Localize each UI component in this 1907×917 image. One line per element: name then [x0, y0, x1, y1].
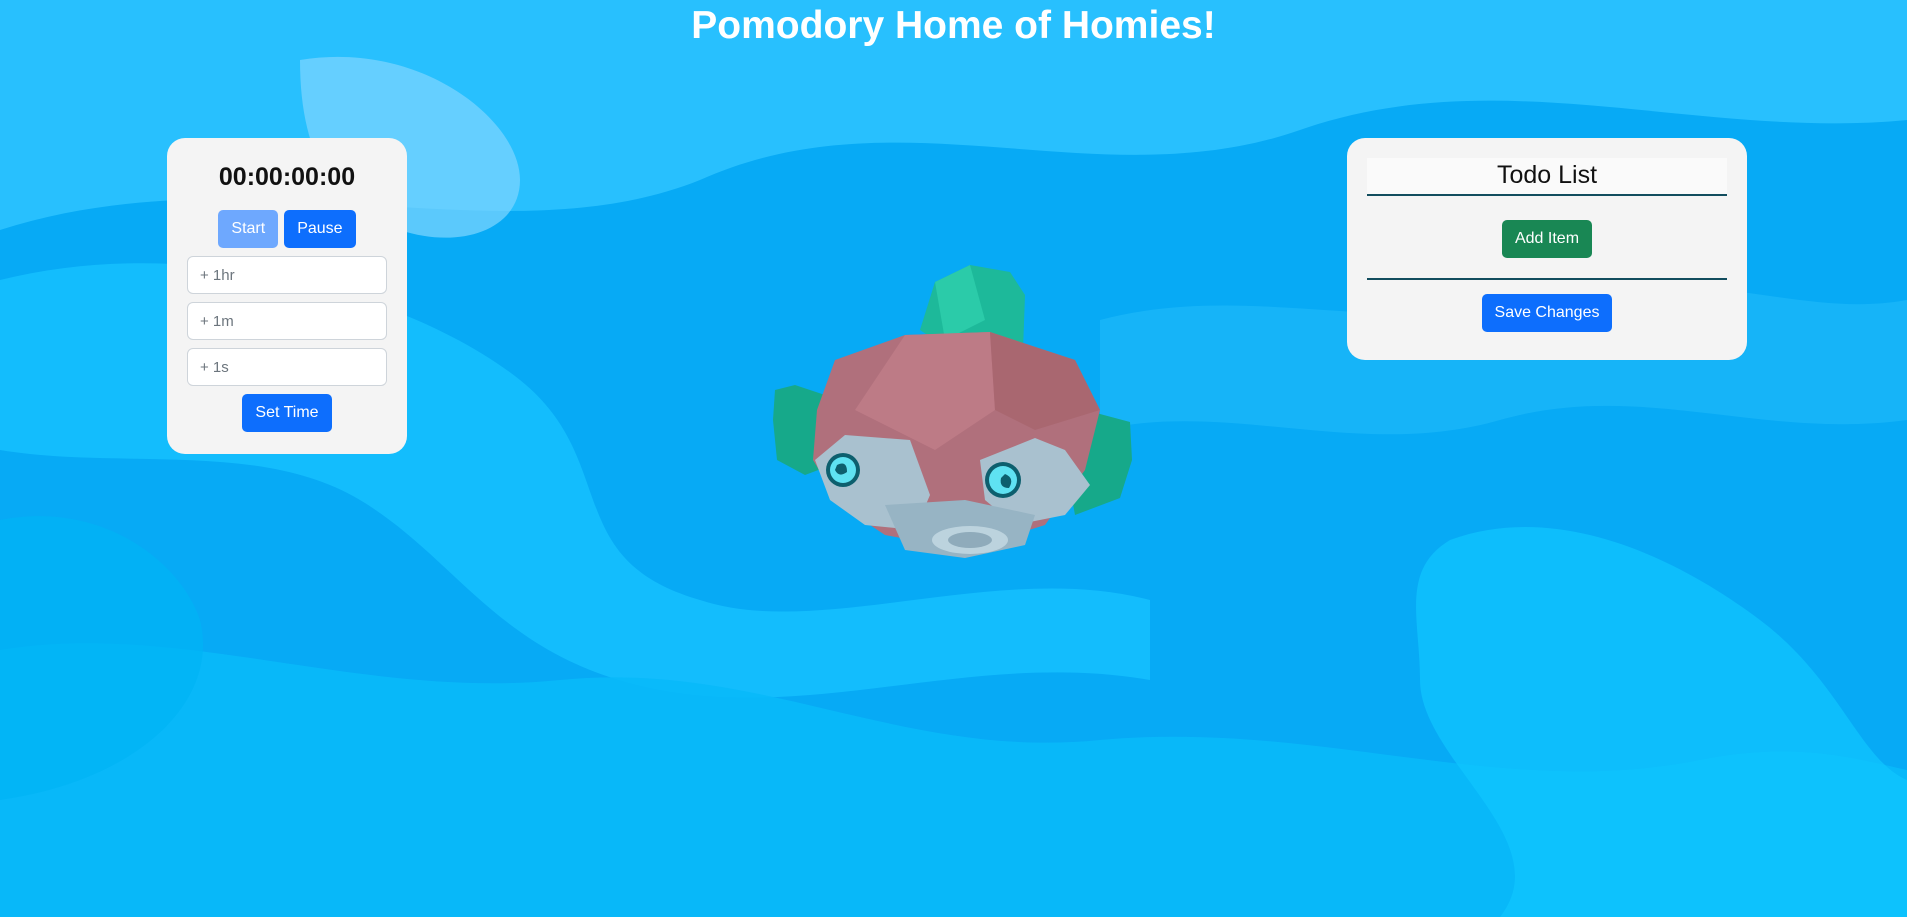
pufferfish-icon [773, 265, 1132, 558]
timer-controls: Start Pause [167, 210, 407, 248]
time-inputs [187, 256, 387, 386]
todo-title: Todo List [1367, 158, 1727, 196]
timer-display: 00:00:00:00 [218, 163, 356, 191]
hours-input[interactable] [187, 256, 387, 294]
timer-panel: 00:00:00:00 Start Pause Set Time [167, 138, 407, 454]
save-changes-button[interactable]: Save Changes [1481, 294, 1613, 332]
page-stage: Pomodory Home of Homies! 00:00:00:00 Sta… [0, 0, 1907, 917]
save-row: Save Changes [1347, 294, 1747, 332]
minutes-input[interactable] [187, 302, 387, 340]
add-item-button[interactable]: Add Item [1501, 220, 1593, 258]
seconds-input[interactable] [187, 348, 387, 386]
pause-button[interactable]: Pause [284, 210, 356, 248]
todo-list: Add Item [1367, 196, 1727, 280]
set-time-row: Set Time [167, 394, 407, 432]
todo-panel: Todo List Add Item Save Changes [1347, 138, 1747, 360]
page-title: Pomodory Home of Homies! [691, 4, 1216, 47]
start-button[interactable]: Start [218, 210, 279, 248]
set-time-button[interactable]: Set Time [242, 394, 332, 432]
